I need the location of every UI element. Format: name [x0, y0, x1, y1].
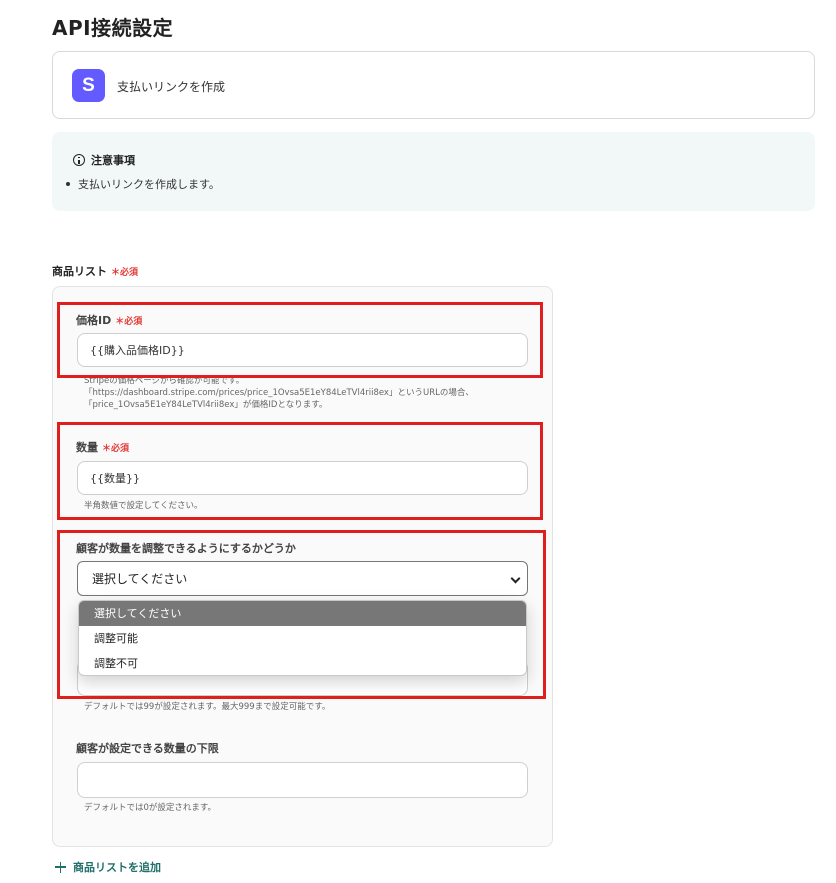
notice-item-text: 支払いリンクを作成します。 [78, 178, 220, 191]
highlight-frame [57, 302, 543, 378]
price-id-help: Stripeの価格ページから確認が可能です。 「https://dashboar… [84, 376, 474, 410]
plus-icon [55, 861, 66, 873]
max-quantity-help: デフォルトでは99が設定されます。最大999まで設定可能です。 [84, 702, 331, 712]
stripe-icon: S [72, 69, 105, 102]
highlight-frame [57, 530, 546, 699]
product-list-label: 商品リスト ＊必須 [52, 265, 139, 278]
min-quantity-help: デフォルトでは0が設定されます。 [84, 803, 217, 813]
page-title: API接続設定 [52, 16, 174, 40]
required-badge: ＊必須 [111, 268, 139, 278]
info-icon [73, 154, 85, 166]
action-label: 支払いリンクを作成 [117, 80, 226, 94]
bullet-icon [66, 182, 70, 186]
notice-item: 支払いリンクを作成します。 [66, 176, 220, 192]
notice-title: 注意事項 [91, 154, 135, 167]
add-product-list-button[interactable]: 商品リストを追加 [55, 859, 161, 875]
action-card[interactable]: S 支払いリンクを作成 [52, 51, 815, 119]
notice-header: 注意事項 [73, 152, 135, 168]
highlight-frame [57, 422, 543, 520]
min-quantity-input[interactable] [77, 762, 528, 798]
notice-box: 注意事項 支払いリンクを作成します。 [52, 132, 815, 211]
min-quantity-label: 顧客が設定できる数量の下限 [76, 742, 219, 755]
